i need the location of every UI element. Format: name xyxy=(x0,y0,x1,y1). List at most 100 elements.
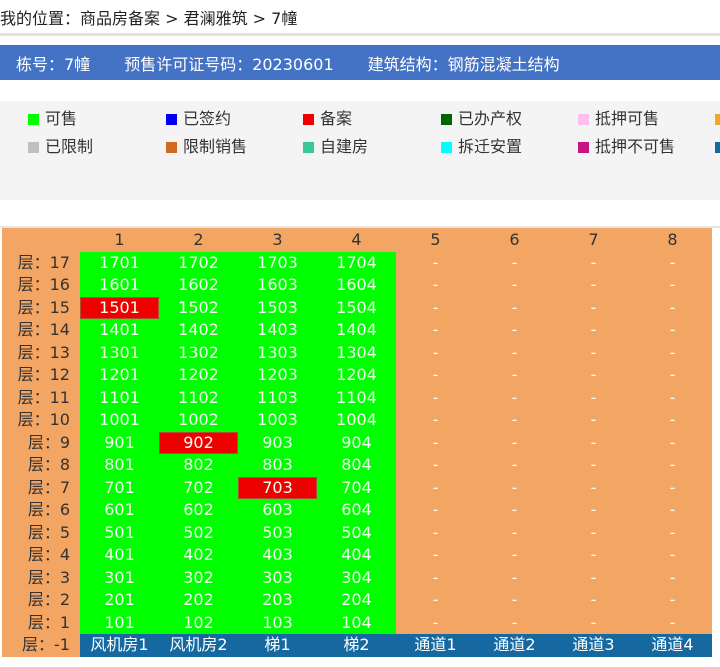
unit-cell[interactable]: 303 xyxy=(238,566,317,589)
column-header: 2 xyxy=(193,230,204,249)
corner xyxy=(2,229,80,252)
unit-cell[interactable]: 1103 xyxy=(238,386,317,409)
empty-cell: - xyxy=(432,612,439,632)
unit-cell[interactable]: 301 xyxy=(80,566,159,589)
unit-cell[interactable]: 1603 xyxy=(238,274,317,297)
unit-cell[interactable]: 801 xyxy=(80,454,159,477)
unit-cell[interactable]: 1602 xyxy=(159,274,238,297)
unit-cell[interactable]: 1202 xyxy=(159,364,238,387)
unit-cell[interactable]: 503 xyxy=(238,521,317,544)
unit-cell[interactable]: 803 xyxy=(238,454,317,477)
unit-cell[interactable]: 604 xyxy=(317,499,396,522)
floor-label: 层：2 xyxy=(27,590,70,609)
floor-label: 层：9 xyxy=(27,432,70,452)
unit-cell[interactable]: 904 xyxy=(317,431,396,454)
unit-cell[interactable]: 602 xyxy=(159,499,238,522)
legend-item: 自建房 xyxy=(303,133,418,161)
empty-cell: - xyxy=(590,365,597,384)
floor-row: 层：11 1101 1102 1103 1104 - - - - xyxy=(2,386,712,409)
legend-label: 自建房 xyxy=(320,137,369,156)
unit-cell[interactable]: 1101 xyxy=(80,386,159,409)
unit-cell[interactable]: 1104 xyxy=(317,386,396,409)
basement-unit-cell[interactable]: 通道4 xyxy=(633,634,712,657)
unit-cell[interactable]: 1204 xyxy=(317,364,396,387)
basement-unit-cell[interactable]: 风机房1 xyxy=(80,634,159,657)
unit-cell[interactable]: 601 xyxy=(80,499,159,522)
unit-cell[interactable]: 402 xyxy=(159,544,238,567)
unit-cell[interactable]: 1703 xyxy=(238,251,317,274)
unit-cell[interactable]: 802 xyxy=(159,454,238,477)
unit-cell[interactable]: 202 xyxy=(159,589,238,612)
unit-cell[interactable]: 1404 xyxy=(317,319,396,342)
unit-cell[interactable]: 504 xyxy=(317,521,396,544)
unit-cell[interactable]: 1702 xyxy=(159,251,238,274)
unit-cell[interactable]: 1402 xyxy=(159,319,238,342)
empty-cell: - xyxy=(432,455,439,474)
unit-cell[interactable]: 401 xyxy=(80,544,159,567)
unit-cell[interactable]: 1004 xyxy=(317,409,396,432)
unit-cell[interactable]: 103 xyxy=(238,611,317,634)
unit-cell[interactable]: 1304 xyxy=(317,341,396,364)
unit-cell[interactable]: 404 xyxy=(317,544,396,567)
unit-cell[interactable]: 101 xyxy=(80,611,159,634)
unit-cell[interactable]: 204 xyxy=(317,589,396,612)
unit-cell[interactable]: 203 xyxy=(238,589,317,612)
unit-cell[interactable]: 1501 xyxy=(80,296,159,319)
unit-cell[interactable]: 501 xyxy=(80,521,159,544)
unit-cell[interactable]: 1701 xyxy=(80,251,159,274)
status-legend: 可售 已签约 备案 已办产权 抵押可售 已限制 限制销售 自建房 拆迁安置 抵押不可售 xyxy=(0,101,720,200)
unit-cell[interactable]: 1504 xyxy=(317,296,396,319)
unit-cell[interactable]: 104 xyxy=(317,611,396,634)
unit-cell[interactable]: 1203 xyxy=(238,364,317,387)
empty-cell: - xyxy=(590,387,597,407)
unit-cell[interactable]: 1502 xyxy=(159,296,238,319)
legend-swatch xyxy=(578,142,589,153)
unit-cell[interactable]: 902 xyxy=(159,431,238,454)
unit-cell[interactable]: 704 xyxy=(317,476,396,499)
basement-unit-cell[interactable]: 通道1 xyxy=(396,634,475,657)
unit-cell[interactable]: 1503 xyxy=(238,296,317,319)
unit-cell[interactable]: 701 xyxy=(80,476,159,499)
unit-cell[interactable]: 1604 xyxy=(317,274,396,297)
basement-unit-cell[interactable]: 通道3 xyxy=(554,634,633,657)
unit-cell[interactable]: 1302 xyxy=(159,341,238,364)
unit-cell[interactable]: 304 xyxy=(317,566,396,589)
unit-cell[interactable]: 502 xyxy=(159,521,238,544)
unit-cell[interactable]: 1201 xyxy=(80,364,159,387)
unit-cell[interactable]: 901 xyxy=(80,431,159,454)
empty-cell: - xyxy=(669,387,676,407)
floor-label: 层：7 xyxy=(27,477,70,497)
unit-cell[interactable]: 403 xyxy=(238,544,317,567)
unit-cell[interactable]: 1601 xyxy=(80,274,159,297)
basement-unit-cell[interactable]: 风机房2 xyxy=(159,634,238,657)
unit-cell[interactable]: 1403 xyxy=(238,319,317,342)
unit-cell[interactable]: 702 xyxy=(159,476,238,499)
basement-unit-cell[interactable]: 梯2 xyxy=(317,634,396,657)
unit-cell[interactable]: 102 xyxy=(159,611,238,634)
building-info-bar: 栋号：7幢 预售许可证号码：20230601 建筑结构：钢筋混凝土结构 xyxy=(0,45,720,80)
floor-label: 层：10 xyxy=(17,410,70,429)
unit-cell[interactable]: 1003 xyxy=(238,409,317,432)
unit-cell[interactable]: 1002 xyxy=(159,409,238,432)
unit-cell[interactable]: 1401 xyxy=(80,319,159,342)
floor-label: 层：5 xyxy=(27,522,70,542)
unit-cell[interactable]: 703 xyxy=(238,476,317,499)
floor-row: 层：13 1301 1302 1303 1304 - - - - xyxy=(2,341,712,364)
basement-unit-cell[interactable]: 通道2 xyxy=(475,634,554,657)
unit-cell[interactable]: 1301 xyxy=(80,341,159,364)
unit-cell[interactable]: 1001 xyxy=(80,409,159,432)
unit-cell[interactable]: 1102 xyxy=(159,386,238,409)
unit-cell[interactable]: 1704 xyxy=(317,251,396,274)
unit-cell[interactable]: 1303 xyxy=(238,341,317,364)
empty-cell: - xyxy=(511,342,518,362)
empty-cell: - xyxy=(590,567,597,587)
unit-cell[interactable]: 201 xyxy=(80,589,159,612)
basement-unit-cell[interactable]: 梯1 xyxy=(238,634,317,657)
unit-cell[interactable]: 804 xyxy=(317,454,396,477)
floor-label: 层：16 xyxy=(17,275,70,294)
column-header: 5 xyxy=(430,230,441,249)
unit-cell[interactable]: 302 xyxy=(159,566,238,589)
unit-cell[interactable]: 903 xyxy=(238,431,317,454)
empty-cell: - xyxy=(511,545,518,564)
unit-cell[interactable]: 603 xyxy=(238,499,317,522)
